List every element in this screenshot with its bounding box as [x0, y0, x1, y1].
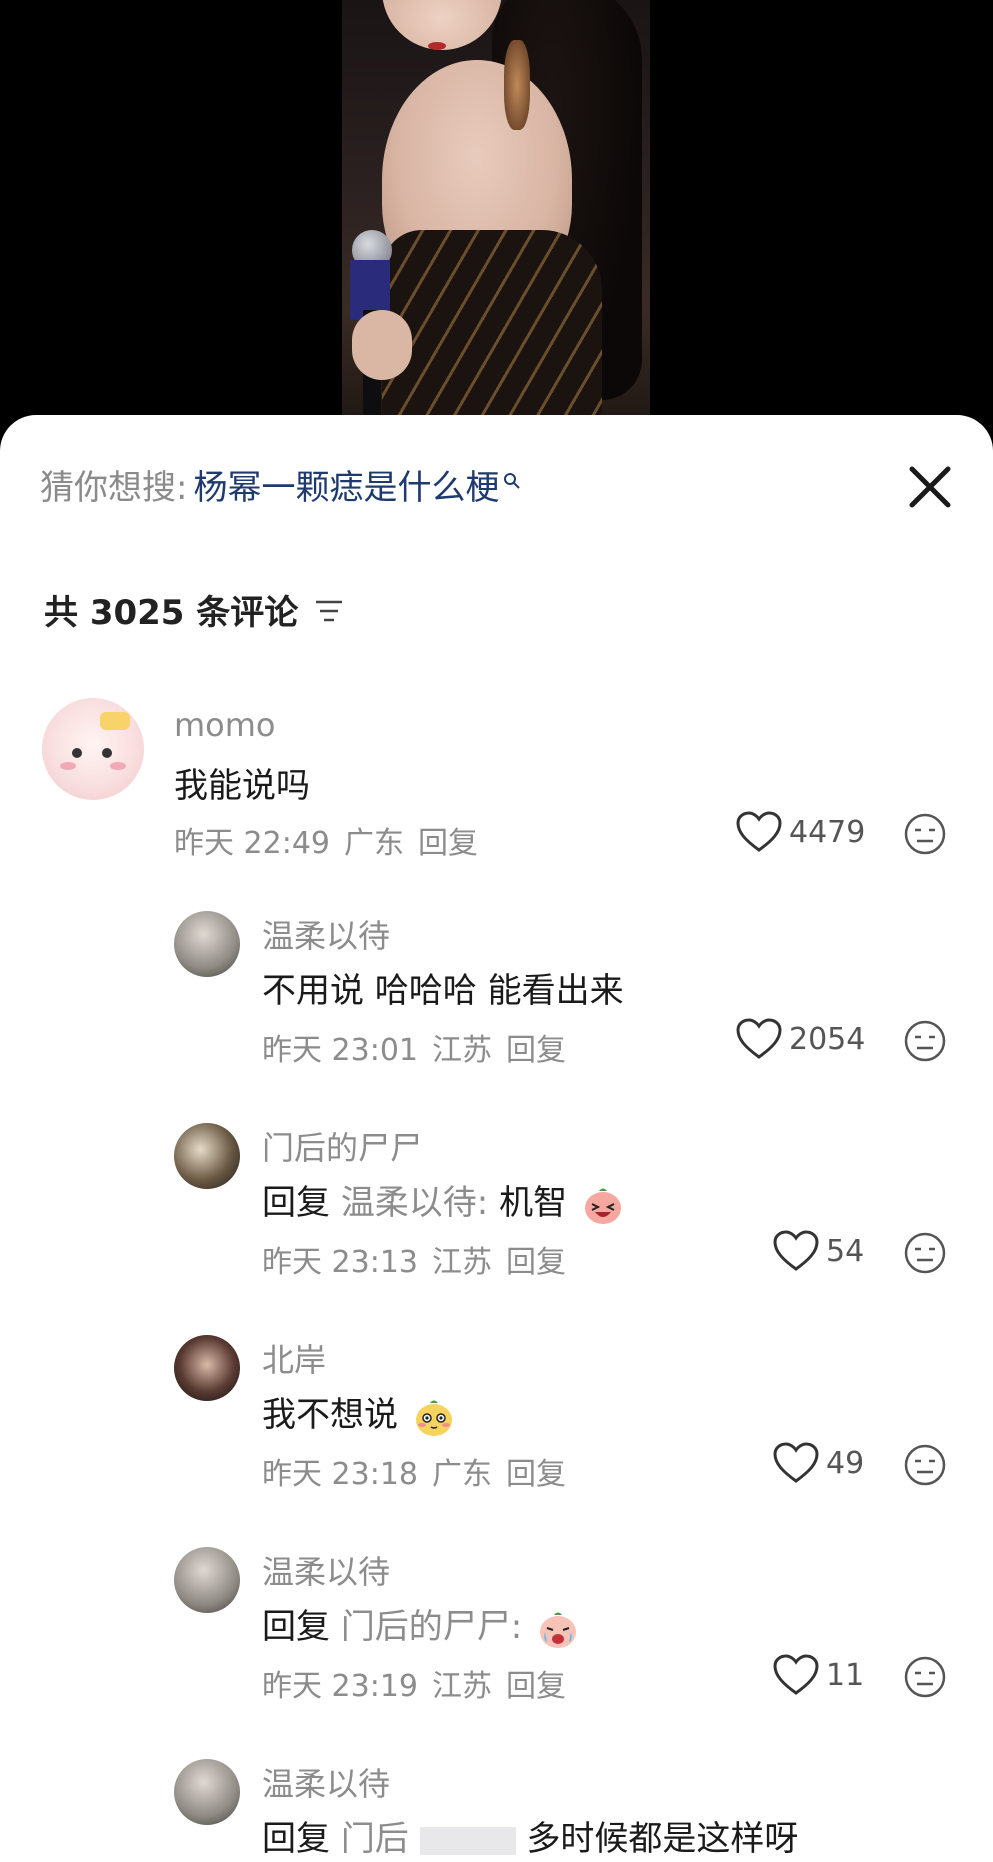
close-icon: [909, 466, 951, 508]
comment-time: 昨天 22:49: [174, 826, 330, 861]
reply-prefix: 回复: [262, 1183, 330, 1223]
heart-icon: [773, 1442, 819, 1483]
meh-face-icon: [904, 1232, 946, 1274]
reply-location: 江苏: [432, 1245, 492, 1280]
meh-face-icon: [904, 813, 946, 855]
avatar[interactable]: [174, 1123, 240, 1189]
avatar[interactable]: [174, 1759, 240, 1825]
like-count: 4479: [789, 814, 866, 850]
video-player[interactable]: [0, 0, 993, 440]
reply-username[interactable]: 北岸: [262, 1335, 326, 1381]
heart-icon: [773, 1230, 819, 1271]
like-count: 49: [826, 1445, 865, 1481]
video-lips: [428, 42, 446, 50]
reply-time: 昨天 23:13: [262, 1245, 418, 1280]
dislike-button[interactable]: [903, 812, 947, 856]
video-dress: [382, 230, 602, 440]
like-button[interactable]: 4479: [735, 810, 865, 854]
reply-time: 昨天 23:19: [262, 1669, 418, 1704]
crying-emoji-icon: [537, 1608, 579, 1650]
reply-target[interactable]: 门后: [341, 1819, 409, 1859]
search-suggestion-query[interactable]: 杨幂一颗痣是什么梗: [193, 460, 499, 509]
watermark-overlay: [419, 1826, 516, 1855]
like-button[interactable]: 54: [772, 1229, 864, 1273]
comment-username[interactable]: momo: [174, 706, 276, 744]
reply-meta: 昨天 23:18 广东 回复: [262, 1449, 566, 1493]
avatar[interactable]: [42, 698, 144, 800]
dislike-button[interactable]: [903, 1231, 947, 1275]
reply-time: 昨天 23:01: [262, 1033, 418, 1068]
reply-button[interactable]: 回复: [506, 1245, 566, 1280]
reply-time: 昨天 23:18: [262, 1457, 418, 1492]
reply-text-row: 回复 门后 多时候都是这样呀: [262, 1811, 798, 1860]
heart-icon: [773, 1654, 819, 1695]
sort-icon[interactable]: [312, 595, 346, 625]
avatar-eye: [102, 748, 112, 758]
like-button[interactable]: 11: [772, 1653, 864, 1697]
reply-prefix: 回复: [262, 1819, 330, 1859]
like-count: 11: [826, 1657, 865, 1693]
heart-icon: [736, 1018, 782, 1059]
heart-icon: [736, 811, 782, 852]
like-button[interactable]: 49: [772, 1441, 864, 1485]
reply-text: 我不想说: [262, 1395, 398, 1435]
reply-text-row: 回复 门后的尸尸:: [262, 1599, 579, 1650]
avatar[interactable]: [174, 1335, 240, 1401]
avatar-bow: [100, 712, 130, 730]
search-suggestion-prefix: 猜你想搜:: [40, 467, 188, 508]
reply-text-row: 我不想说: [262, 1387, 455, 1438]
reply-username[interactable]: 门后的尸尸: [262, 1123, 422, 1169]
meh-face-icon: [904, 1444, 946, 1486]
comment-count: 共 3025 条评论: [44, 593, 299, 633]
reply-button[interactable]: 回复: [418, 826, 478, 861]
app-root: 猜你想搜: 杨幂一颗痣是什么梗 共 3025 条评论 momo 我能说吗 昨天 …: [0, 0, 993, 1862]
reply-target[interactable]: 温柔以待:: [341, 1183, 488, 1223]
dislike-button[interactable]: [903, 1655, 947, 1699]
reply-location: 广东: [432, 1457, 492, 1492]
reply-username[interactable]: 温柔以待: [262, 1759, 390, 1805]
dislike-button[interactable]: [903, 1443, 947, 1487]
reply-text-row: 回复 温柔以待: 机智: [262, 1175, 624, 1226]
comment-sheet: 猜你想搜: 杨幂一颗痣是什么梗 共 3025 条评论 momo 我能说吗 昨天 …: [0, 415, 993, 1862]
reply-username[interactable]: 温柔以待: [262, 911, 390, 957]
like-count: 2054: [789, 1021, 866, 1057]
video-frame: [342, 0, 650, 440]
reply-location: 江苏: [432, 1669, 492, 1704]
avatar-blush: [60, 762, 76, 770]
avatar-blush: [110, 762, 126, 770]
comment-meta: 昨天 22:49 广东 回复: [174, 818, 478, 862]
reply-text: 机智: [499, 1183, 568, 1223]
avatar[interactable]: [174, 911, 240, 977]
like-button[interactable]: 2054: [735, 1017, 865, 1061]
search-icon: [503, 459, 521, 489]
meh-face-icon: [904, 1656, 946, 1698]
comment-count-header: 共 3025 条评论: [44, 585, 346, 634]
reply-meta: 昨天 23:13 江苏 回复: [262, 1237, 566, 1281]
reply-meta: 昨天 23:19 江苏 回复: [262, 1661, 566, 1705]
avatar-eye: [72, 748, 82, 758]
reply-button[interactable]: 回复: [506, 1033, 566, 1068]
search-suggestion[interactable]: 猜你想搜: 杨幂一颗痣是什么梗: [40, 459, 521, 509]
comment-location: 广东: [344, 826, 404, 861]
reply-meta: 昨天 23:01 江苏 回复: [262, 1025, 566, 1069]
video-hand: [352, 310, 412, 380]
dislike-button[interactable]: [903, 1019, 947, 1063]
reply-prefix: 回复: [262, 1607, 330, 1647]
reply-button[interactable]: 回复: [506, 1669, 566, 1704]
reply-text: 不用说 哈哈哈 能看出来: [262, 971, 624, 1011]
comment-text: 我能说吗: [174, 766, 310, 806]
avatar[interactable]: [174, 1547, 240, 1613]
laughing-emoji-icon: [582, 1184, 624, 1226]
reply-text: 多时候都是这样呀: [526, 1819, 799, 1859]
reply-location: 江苏: [432, 1033, 492, 1068]
shy-emoji-icon: [413, 1396, 455, 1438]
reply-username[interactable]: 温柔以待: [262, 1547, 390, 1593]
reply-button[interactable]: 回复: [506, 1457, 566, 1492]
close-button[interactable]: [900, 457, 960, 517]
meh-face-icon: [904, 1020, 946, 1062]
reply-target[interactable]: 门后的尸尸:: [341, 1607, 522, 1647]
like-count: 54: [826, 1233, 865, 1269]
video-earring: [504, 40, 530, 130]
